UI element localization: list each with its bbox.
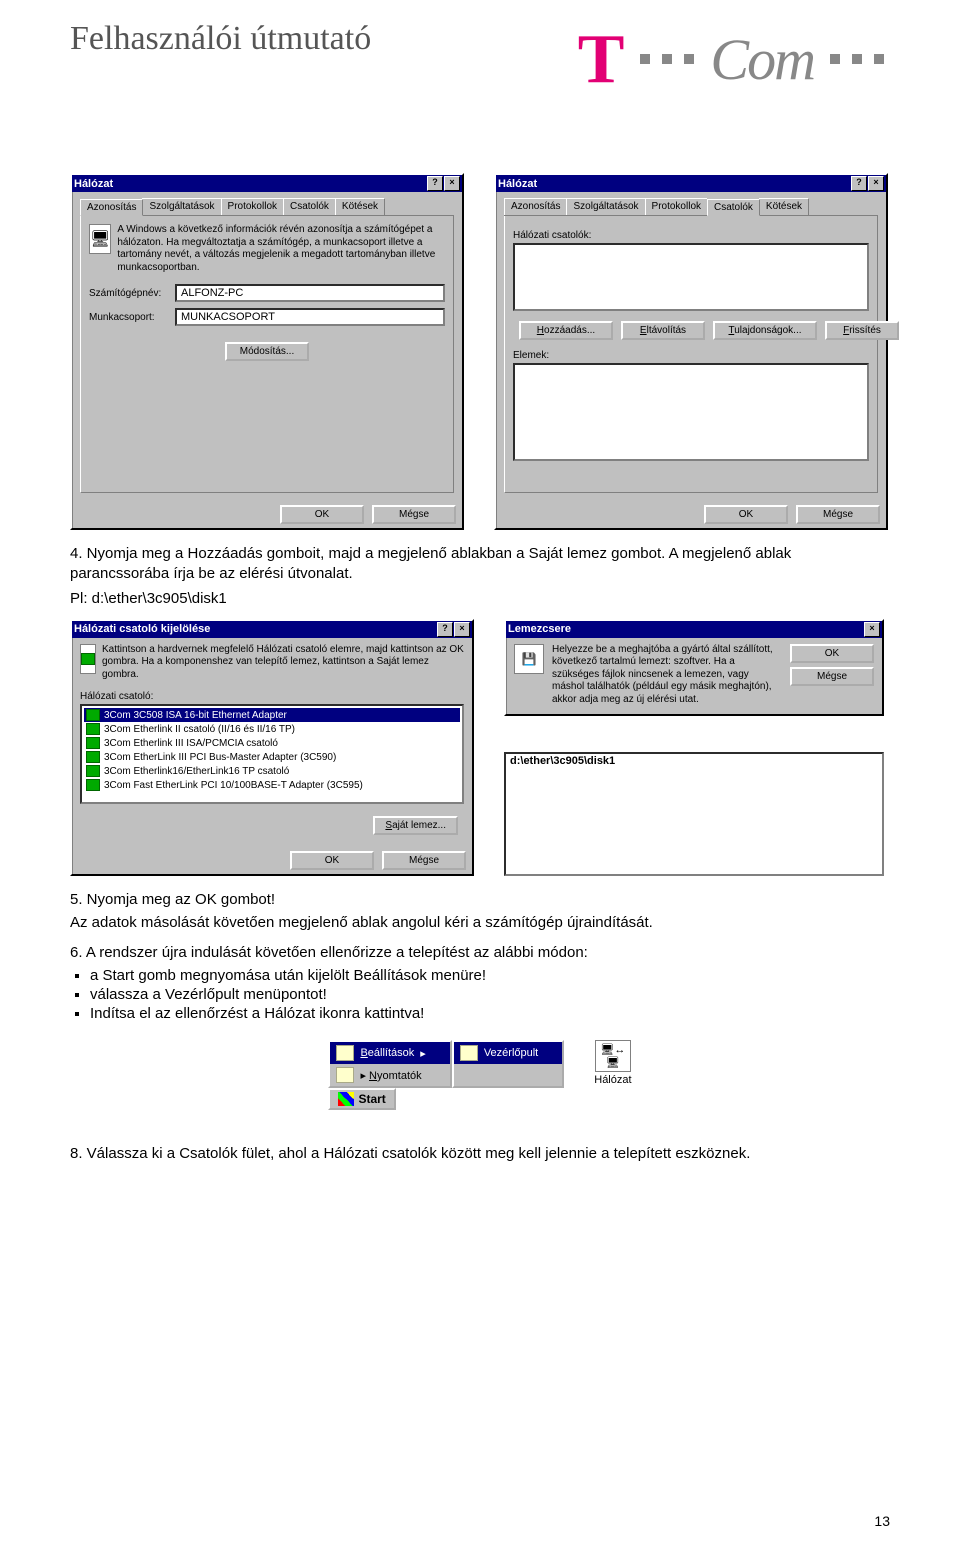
page-number: 13 [874,1513,890,1529]
network-shortcut[interactable]: 🖥↔🖥 Hálózat [594,1040,631,1086]
window-network-adapters: Hálózat ? × Azonosítás Szolgáltatások Pr… [494,173,888,530]
close-icon[interactable]: × [454,622,470,637]
step-4-text: 4. Nyomja meg a Hozzáadás gomboit, majd … [70,544,890,585]
list-item: 3Com Etherlink III ISA/PCMCIA csatoló [84,736,460,750]
label-notes: Elemek: [513,350,869,361]
list-item: 3Com EtherLink III PCI Bus-Master Adapte… [84,750,460,764]
list-item: 3Com Etherlink II csatoló (II/16 és II/1… [84,722,460,736]
list-item: 3Com Fast EtherLink PCI 10/100BASE-T Ada… [84,778,460,792]
notes-listbox[interactable] [513,363,869,461]
add-button-label: ozzáadás... [544,325,595,336]
cancel-button[interactable]: Mégse [790,667,874,686]
windows-flag-icon [338,1092,354,1106]
window-title: Hálózati csatoló kijelölése [74,623,210,635]
ok-button[interactable]: OK [790,644,874,663]
close-icon[interactable]: × [868,176,884,191]
tab-services[interactable]: Szolgáltatások [566,198,645,215]
step-4-example: Pl: d:\ether\3c905\disk1 [70,589,890,609]
control-panel-icon [460,1045,478,1061]
label-adapters-list: Hálózati csatolók: [513,230,869,241]
label-workgroup: Munkacsoport: [89,312,169,323]
tcom-logo: T Com [578,20,890,93]
ok-button[interactable]: OK [704,505,788,524]
menu-item-settings[interactable]: Beállítások ▸ [330,1042,449,1064]
list-item: 3Com 3C508 ISA 16-bit Ethernet Adapter [84,708,460,722]
help-icon[interactable]: ? [851,176,867,191]
bullet-item: Indítsa el az ellenőrzést a Hálózat ikon… [90,1005,890,1022]
tab-identity[interactable]: Azonosítás [504,198,567,215]
window-network-identity: Hálózat ? × Azonosítás Szolgáltatások Pr… [70,173,464,530]
cancel-button[interactable]: Mégse [372,505,456,524]
label-adapter-list: Hálózati csatoló: [80,691,464,702]
cancel-button[interactable]: Mégse [382,851,466,870]
logo-com-text: Com [710,26,814,93]
computer-name-field[interactable]: ALFONZ-PC [175,284,445,302]
tab-bindings[interactable]: Kötések [759,198,809,215]
add-button[interactable]: Hozzáadás... [519,321,613,340]
tabs-row: Azonosítás Szolgáltatások Protokollok Cs… [80,198,454,216]
folder-icon [336,1045,354,1061]
help-icon[interactable]: ? [437,622,453,637]
bullet-item: válassza a Vezérlőpult menüpontot! [90,986,890,1003]
step-5-note: Az adatok másolását követően megjelenő a… [70,913,890,933]
tab-identity[interactable]: Azonosítás [80,199,143,216]
window-title: Lemezcsere [508,623,571,635]
computer-icon: 🖥 [89,224,111,254]
step-6-text: 6. A rendszer újra indulását követően el… [70,943,890,963]
window-title: Hálózat [74,178,113,190]
have-disk-button[interactable]: Saját lemez... [373,816,458,835]
window-disk-change: Lemezcsere × Helyezze be a meghajtóba a … [504,619,884,717]
tab-services[interactable]: Szolgáltatások [142,198,221,215]
step-8-text: 8. Válassza ki a Csatolók fület, ahol a … [70,1144,890,1164]
printer-icon [336,1067,354,1083]
info-text: Kattintson a hardvernek megfelelő Hálóza… [102,644,464,682]
start-menu-figure: Beállítások ▸ ▸ Nyomtatók Vezérlőpult [70,1040,890,1110]
network-label: Hálózat [594,1074,631,1086]
list-item: 3Com Etherlink16/EtherLink16 TP csatoló [84,764,460,778]
tab-protocols[interactable]: Protokollok [221,198,284,215]
cancel-button[interactable]: Mégse [796,505,880,524]
start-menu: Beállítások ▸ ▸ Nyomtatók [328,1040,451,1088]
adapter-icon [80,644,96,674]
tab-adapters[interactable]: Csatolók [707,199,760,216]
tab-protocols[interactable]: Protokollok [645,198,708,215]
step-6-bullets: a Start gomb megnyomása után kijelölt Be… [90,967,890,1022]
ok-button[interactable]: OK [280,505,364,524]
help-icon[interactable]: ? [427,176,443,191]
floppy-icon [514,644,544,674]
logo-dots-right [824,51,890,69]
tab-adapters[interactable]: Csatolók [283,198,336,215]
remove-button[interactable]: Eltávolítás [621,321,705,340]
network-icon: 🖥↔🖥 [595,1040,631,1072]
window-select-adapter: Hálózati csatoló kijelölése ? × Kattints… [70,619,474,877]
bullet-item: a Start gomb megnyomása után kijelölt Be… [90,967,890,984]
info-text: A Windows a következő információk révén … [117,224,445,274]
menu-item-control-panel[interactable]: Vezérlőpult [454,1042,562,1064]
label-computer-name: Számítógépnév: [89,288,169,299]
close-icon[interactable]: × [864,622,880,637]
menu-item-printers[interactable]: ▸ Nyomtatók [330,1064,449,1086]
info-text: Helyezze be a meghajtóba a gyártó által … [552,644,782,707]
adapter-select-listbox[interactable]: 3Com 3C508 ISA 16-bit Ethernet Adapter 3… [80,704,464,804]
step-5-text: 5. Nyomja meg az OK gombot! [70,890,890,910]
tab-bindings[interactable]: Kötések [335,198,385,215]
path-field[interactable]: d:\ether\3c905\disk1 [504,752,884,876]
settings-submenu: Vezérlőpult [452,1040,564,1088]
start-button[interactable]: Start [328,1088,395,1110]
refresh-button[interactable]: Frissítés [825,321,899,340]
ok-button[interactable]: OK [290,851,374,870]
document-title: Felhasználói útmutató [70,20,371,58]
settings-label: eállítások [368,1047,414,1059]
window-title: Hálózat [498,178,537,190]
workgroup-field[interactable]: MUNKACSOPORT [175,308,445,326]
modify-button[interactable]: Módosítás... [225,342,309,361]
page-header: Felhasználói útmutató T Com [70,20,890,93]
logo-t-glyph: T [578,32,625,88]
properties-button[interactable]: Tulajdonságok... [713,321,817,340]
adapters-listbox[interactable] [513,243,869,311]
logo-dots-left [634,51,700,69]
close-icon[interactable]: × [444,176,460,191]
